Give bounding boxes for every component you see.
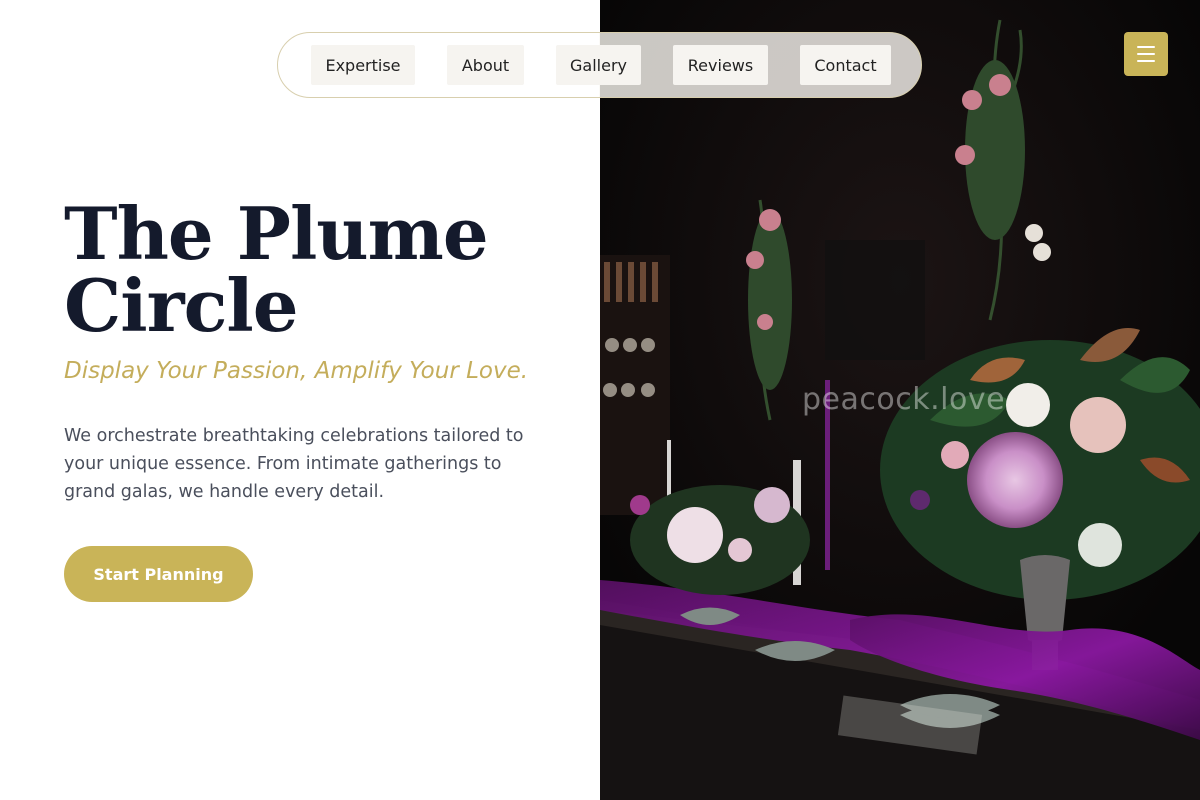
menu-button[interactable]	[1124, 32, 1168, 76]
nav-item-reviews[interactable]: Reviews	[673, 45, 768, 85]
hamburger-menu-icon	[1137, 46, 1155, 48]
hamburger-menu-icon-line	[1137, 60, 1155, 62]
nav-item-expertise[interactable]: Expertise	[311, 45, 415, 85]
hero-description: We orchestrate breathtaking celebrations…	[64, 426, 524, 502]
nav-item-gallery[interactable]: Gallery	[556, 45, 641, 85]
main-navigation: Expertise About Gallery Reviews Contact	[277, 32, 922, 98]
page-title: The Plume Circle	[64, 198, 584, 342]
nav-item-about[interactable]: About	[447, 45, 524, 85]
hero-photo: peacock.love	[600, 0, 1200, 800]
watermark-text: peacock.love	[802, 382, 1006, 417]
start-planning-button[interactable]: Start Planning	[64, 546, 253, 602]
nav-item-contact[interactable]: Contact	[800, 45, 891, 85]
hero-tagline: Display Your Passion, Amplify Your Love.	[64, 358, 529, 384]
hamburger-menu-icon-line	[1137, 53, 1155, 55]
page-title-line-2: Circle	[64, 263, 299, 348]
